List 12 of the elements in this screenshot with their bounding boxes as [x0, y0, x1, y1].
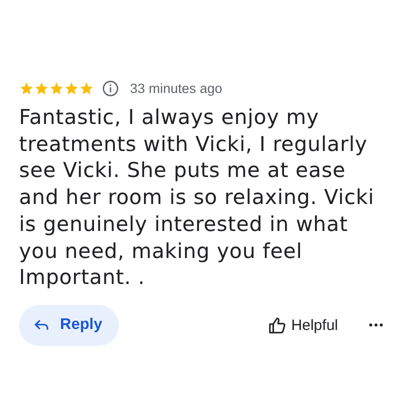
- star-icon: [34, 80, 49, 96]
- reply-button[interactable]: Reply: [19, 304, 120, 346]
- star-icon: [49, 80, 64, 96]
- star-icon: [19, 80, 34, 96]
- helpful-button[interactable]: Helpful: [268, 316, 338, 335]
- thumbs-up-icon: [268, 316, 288, 335]
- info-icon[interactable]: [102, 80, 119, 96]
- review-text: Fantastic, I always enjoy my treatments with Vicki, I regularly see Vicki. She puts me at ease and her room is so relaxing. Vicki is genuinely interested in what you need, making you feel Important. .: [19, 104, 376, 291]
- star-icon: [64, 80, 79, 96]
- review-time: 33 minutes ago: [130, 80, 222, 96]
- more-icon[interactable]: [369, 323, 383, 328]
- star-icon: [79, 80, 94, 96]
